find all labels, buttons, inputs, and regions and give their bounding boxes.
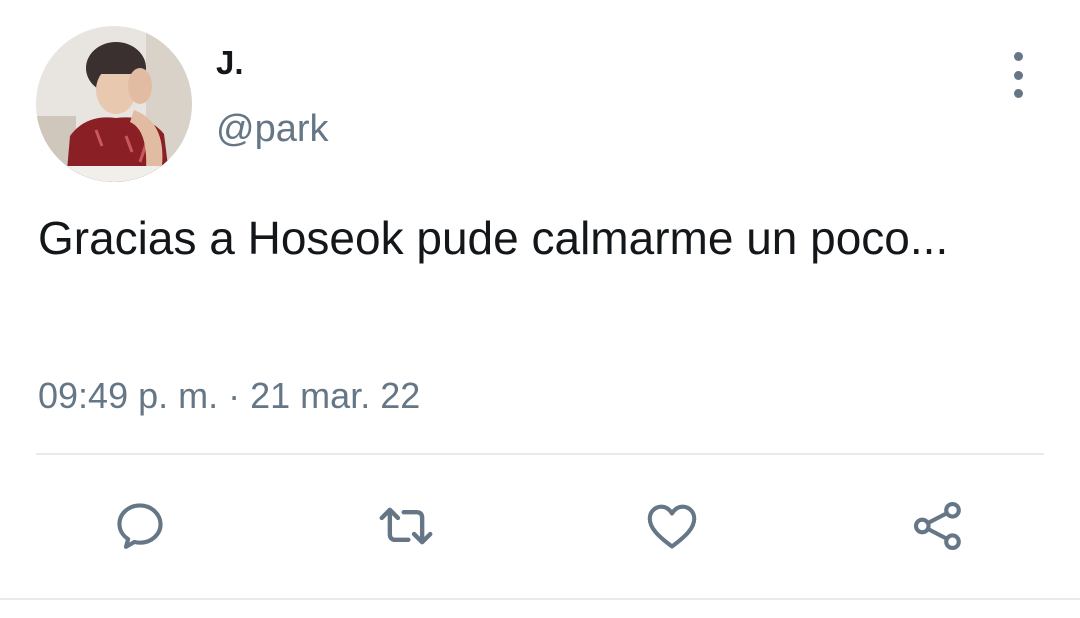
meta-separator: · (228, 375, 241, 416)
like-button[interactable] (642, 496, 702, 556)
tweet-timestamp[interactable]: 09:49 p. m. · 21 mar. 22 (38, 374, 420, 418)
reply-icon (117, 503, 163, 549)
avatar-photo (36, 26, 192, 182)
more-vertical-icon (1013, 52, 1023, 61)
avatar[interactable] (36, 26, 192, 182)
tweet-date: 21 mar. 22 (250, 375, 421, 416)
share-button[interactable] (908, 496, 968, 556)
heart-icon (647, 504, 697, 549)
tweet-text: Gracias a Hoseok pude calmarme un poco..… (38, 212, 949, 264)
share-icon (913, 501, 961, 551)
author-handle[interactable]: @park (216, 107, 329, 151)
retweet-icon (379, 507, 433, 545)
more-options-button[interactable] (998, 52, 1038, 98)
bottom-border (0, 598, 1080, 600)
more-vertical-icon-dot (1013, 70, 1023, 80)
more-vertical-icon-dot (1013, 89, 1023, 98)
author-display-name[interactable]: J. (216, 44, 244, 82)
divider (36, 453, 1044, 455)
reply-button[interactable] (110, 496, 170, 556)
tweet-time: 09:49 p. m. (38, 375, 219, 416)
retweet-button[interactable] (376, 496, 436, 556)
